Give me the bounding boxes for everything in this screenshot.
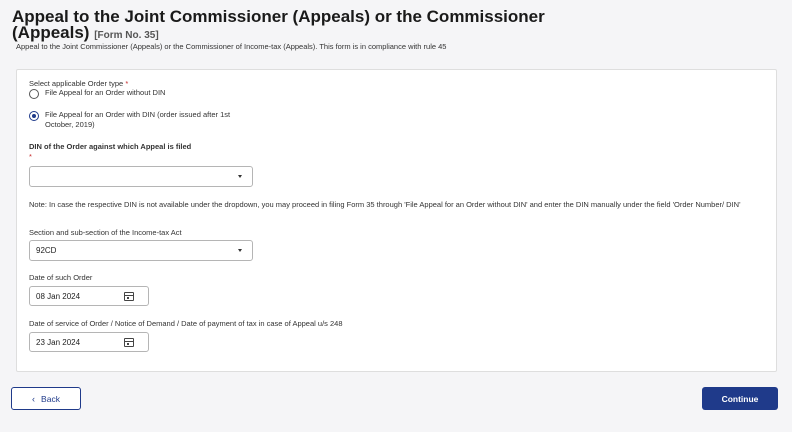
required-mark: * bbox=[125, 79, 129, 88]
form-number: [Form No. 35] bbox=[94, 30, 159, 41]
continue-button-label: Continue bbox=[721, 393, 759, 404]
calendar-icon[interactable] bbox=[124, 338, 134, 347]
radio-button-checked[interactable] bbox=[29, 111, 39, 121]
order-date-input[interactable]: 08 Jan 2024 bbox=[29, 286, 149, 306]
radio-button-unchecked[interactable] bbox=[29, 89, 39, 99]
page-title-text: Appeal to the Joint Commissioner (Appeal… bbox=[12, 7, 545, 42]
service-date-value: 23 Jan 2024 bbox=[36, 337, 81, 347]
service-date-input[interactable]: 23 Jan 2024 bbox=[29, 332, 149, 352]
caret-down-icon bbox=[238, 249, 242, 252]
page-subtitle: Appeal to the Joint Commissioner (Appeal… bbox=[16, 42, 447, 51]
radio-label-without-din: File Appeal for an Order without DIN bbox=[45, 88, 166, 97]
section-label: Section and sub-section of the Income-ta… bbox=[29, 228, 182, 237]
back-button-label: Back bbox=[41, 393, 60, 404]
radio-order-without-din[interactable]: File Appeal for an Order without DIN bbox=[29, 88, 165, 99]
page-title: Appeal to the Joint Commissioner (Appeal… bbox=[12, 7, 572, 44]
order-date-label: Date of such Order bbox=[29, 273, 93, 282]
radio-order-with-din[interactable]: File Appeal for an Order with DIN (order… bbox=[29, 110, 254, 130]
continue-button[interactable]: Continue bbox=[702, 387, 778, 410]
din-required-mark: * bbox=[29, 152, 32, 161]
back-button[interactable]: ‹ Back bbox=[11, 387, 81, 410]
din-dropdown[interactable] bbox=[29, 166, 253, 187]
service-date-label: Date of service of Order / Notice of Dem… bbox=[29, 319, 343, 328]
caret-down-icon bbox=[238, 175, 242, 178]
order-type-label: Select applicable Order type * bbox=[29, 79, 128, 88]
radio-label-with-din: File Appeal for an Order with DIN (order… bbox=[45, 110, 231, 129]
calendar-icon[interactable] bbox=[124, 292, 134, 301]
note-text: Note: In case the respective DIN is not … bbox=[29, 200, 741, 209]
form-card: Select applicable Order type * File Appe… bbox=[16, 69, 777, 372]
din-label: DIN of the Order against which Appeal is… bbox=[29, 142, 192, 151]
section-dropdown[interactable]: 92CD bbox=[29, 240, 253, 261]
order-type-label-text: Select applicable Order type bbox=[29, 79, 124, 88]
order-date-value: 08 Jan 2024 bbox=[36, 291, 81, 301]
chevron-left-icon: ‹ bbox=[32, 393, 36, 404]
section-dropdown-value: 92CD bbox=[36, 246, 57, 255]
